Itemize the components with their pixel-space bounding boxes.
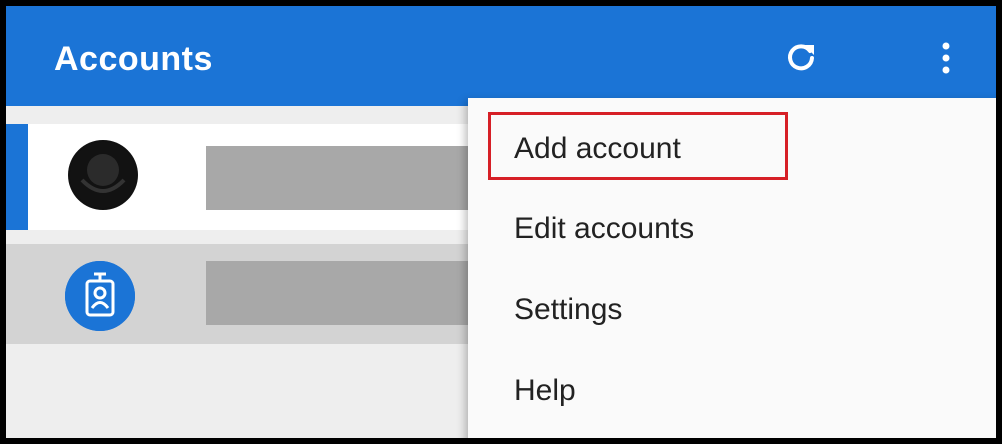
menu-item-settings[interactable]: Settings bbox=[514, 293, 622, 327]
emblem-icon bbox=[70, 142, 136, 208]
redacted-account-name bbox=[206, 146, 481, 210]
menu-item-help[interactable]: Help bbox=[514, 374, 576, 408]
page-title: Accounts bbox=[54, 40, 213, 78]
id-badge-icon bbox=[65, 261, 135, 331]
badge-avatar bbox=[65, 261, 135, 331]
more-vert-icon[interactable] bbox=[931, 42, 961, 74]
app-screen: Accounts Add account Edit accounts Setti… bbox=[6, 6, 996, 438]
app-bar: Accounts bbox=[6, 6, 996, 106]
selected-indicator bbox=[6, 124, 28, 230]
menu-item-edit-accounts[interactable]: Edit accounts bbox=[514, 212, 694, 246]
menu-item-add-account[interactable]: Add account bbox=[514, 132, 681, 166]
refresh-icon[interactable] bbox=[786, 42, 816, 72]
overflow-menu: Add account Edit accounts Settings Help bbox=[468, 98, 996, 438]
redacted-account-name bbox=[206, 261, 481, 325]
dark-emblem-avatar bbox=[68, 140, 138, 210]
